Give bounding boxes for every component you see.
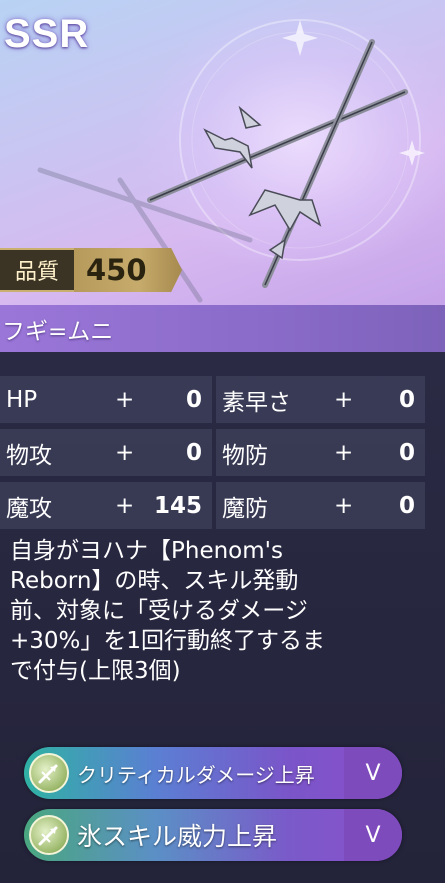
stat-sign: + bbox=[115, 492, 135, 519]
stat-value: 0 bbox=[398, 386, 415, 413]
stats-grid: HP + 0 素早さ + 0 物攻 + 0 物防 + 0 魔攻 + 145 魔防… bbox=[0, 376, 425, 529]
weapon-art: SSR 品質 450 bbox=[0, 0, 445, 305]
stat-speed: 素早さ + 0 bbox=[216, 376, 425, 423]
spear-emblem-icon bbox=[29, 753, 69, 793]
equipment-card: SSR 品質 450 フギ=ムニ HP + 0 素早さ + 0 物攻 + 0 物… bbox=[0, 0, 445, 883]
stat-name: 魔攻 bbox=[6, 495, 52, 522]
skill-pill-crit-damage[interactable]: クリティカルダメージ上昇 V bbox=[24, 747, 402, 799]
stat-name: 物防 bbox=[222, 442, 268, 469]
stat-sign: + bbox=[334, 492, 354, 519]
stat-sign: + bbox=[334, 386, 354, 413]
rarity-label: SSR bbox=[4, 12, 90, 56]
stat-value: 145 bbox=[153, 492, 202, 519]
quality-badge: 品質 450 bbox=[0, 248, 182, 292]
stat-sign: + bbox=[115, 386, 135, 413]
stat-sign: + bbox=[334, 439, 354, 466]
stat-value: 0 bbox=[185, 439, 202, 466]
stat-mag-def: 魔防 + 0 bbox=[216, 482, 425, 529]
stat-mag-atk: 魔攻 + 145 bbox=[0, 482, 212, 529]
stat-name: 魔防 bbox=[222, 495, 268, 522]
stat-name: 物攻 bbox=[6, 442, 52, 469]
skill-label: クリティカルダメージ上昇 bbox=[77, 762, 315, 787]
quality-label: 品質 bbox=[0, 248, 74, 292]
stat-value: 0 bbox=[398, 439, 415, 466]
spear-emblem-icon bbox=[29, 815, 69, 855]
stat-hp: HP + 0 bbox=[0, 376, 212, 423]
equipment-name: フギ=ムニ bbox=[0, 305, 445, 352]
quality-value: 450 bbox=[74, 248, 182, 292]
stat-value: 0 bbox=[185, 386, 202, 413]
skill-level: V bbox=[344, 747, 402, 799]
stat-phys-def: 物防 + 0 bbox=[216, 429, 425, 476]
stat-sign: + bbox=[115, 439, 135, 466]
skill-pill-ice-power[interactable]: 氷スキル威力上昇 V bbox=[24, 809, 402, 861]
stat-name: 素早さ bbox=[222, 389, 291, 416]
skill-level: V bbox=[344, 809, 402, 861]
stat-phys-atk: 物攻 + 0 bbox=[0, 429, 212, 476]
stat-value: 0 bbox=[398, 492, 415, 519]
skill-label: 氷スキル威力上昇 bbox=[77, 822, 278, 851]
effect-description: 自身がヨハナ【Phenom's Reborn】の時、スキル発動 前、対象に「受け… bbox=[10, 538, 326, 684]
stat-name: HP bbox=[6, 386, 38, 413]
